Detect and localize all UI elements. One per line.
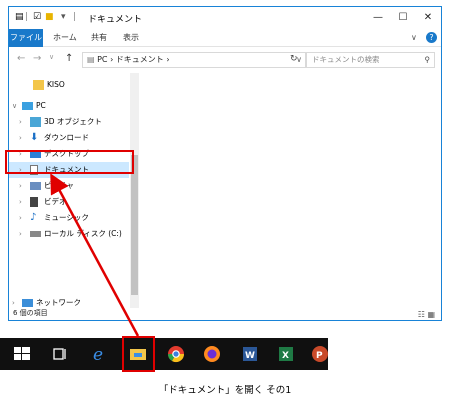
excel-icon[interactable]: X (276, 344, 296, 364)
chrome-icon[interactable] (166, 344, 186, 364)
firefox-icon[interactable] (202, 344, 222, 364)
svg-text:P: P (316, 351, 323, 361)
powerpoint-icon[interactable]: P (310, 344, 328, 364)
caption: 「ドキュメント」を開く その1 (158, 385, 292, 396)
svg-text:W: W (245, 351, 255, 361)
svg-text:X: X (282, 351, 289, 361)
word-icon[interactable]: W (240, 344, 260, 364)
windows-start-icon[interactable] (12, 344, 32, 364)
highlight-box-taskbar-explorer (122, 336, 155, 372)
edge-icon[interactable]: e (90, 344, 110, 365)
taskbar: e W X P (0, 338, 328, 370)
svg-text:e: e (93, 345, 103, 364)
task-view-icon[interactable] (50, 344, 70, 364)
